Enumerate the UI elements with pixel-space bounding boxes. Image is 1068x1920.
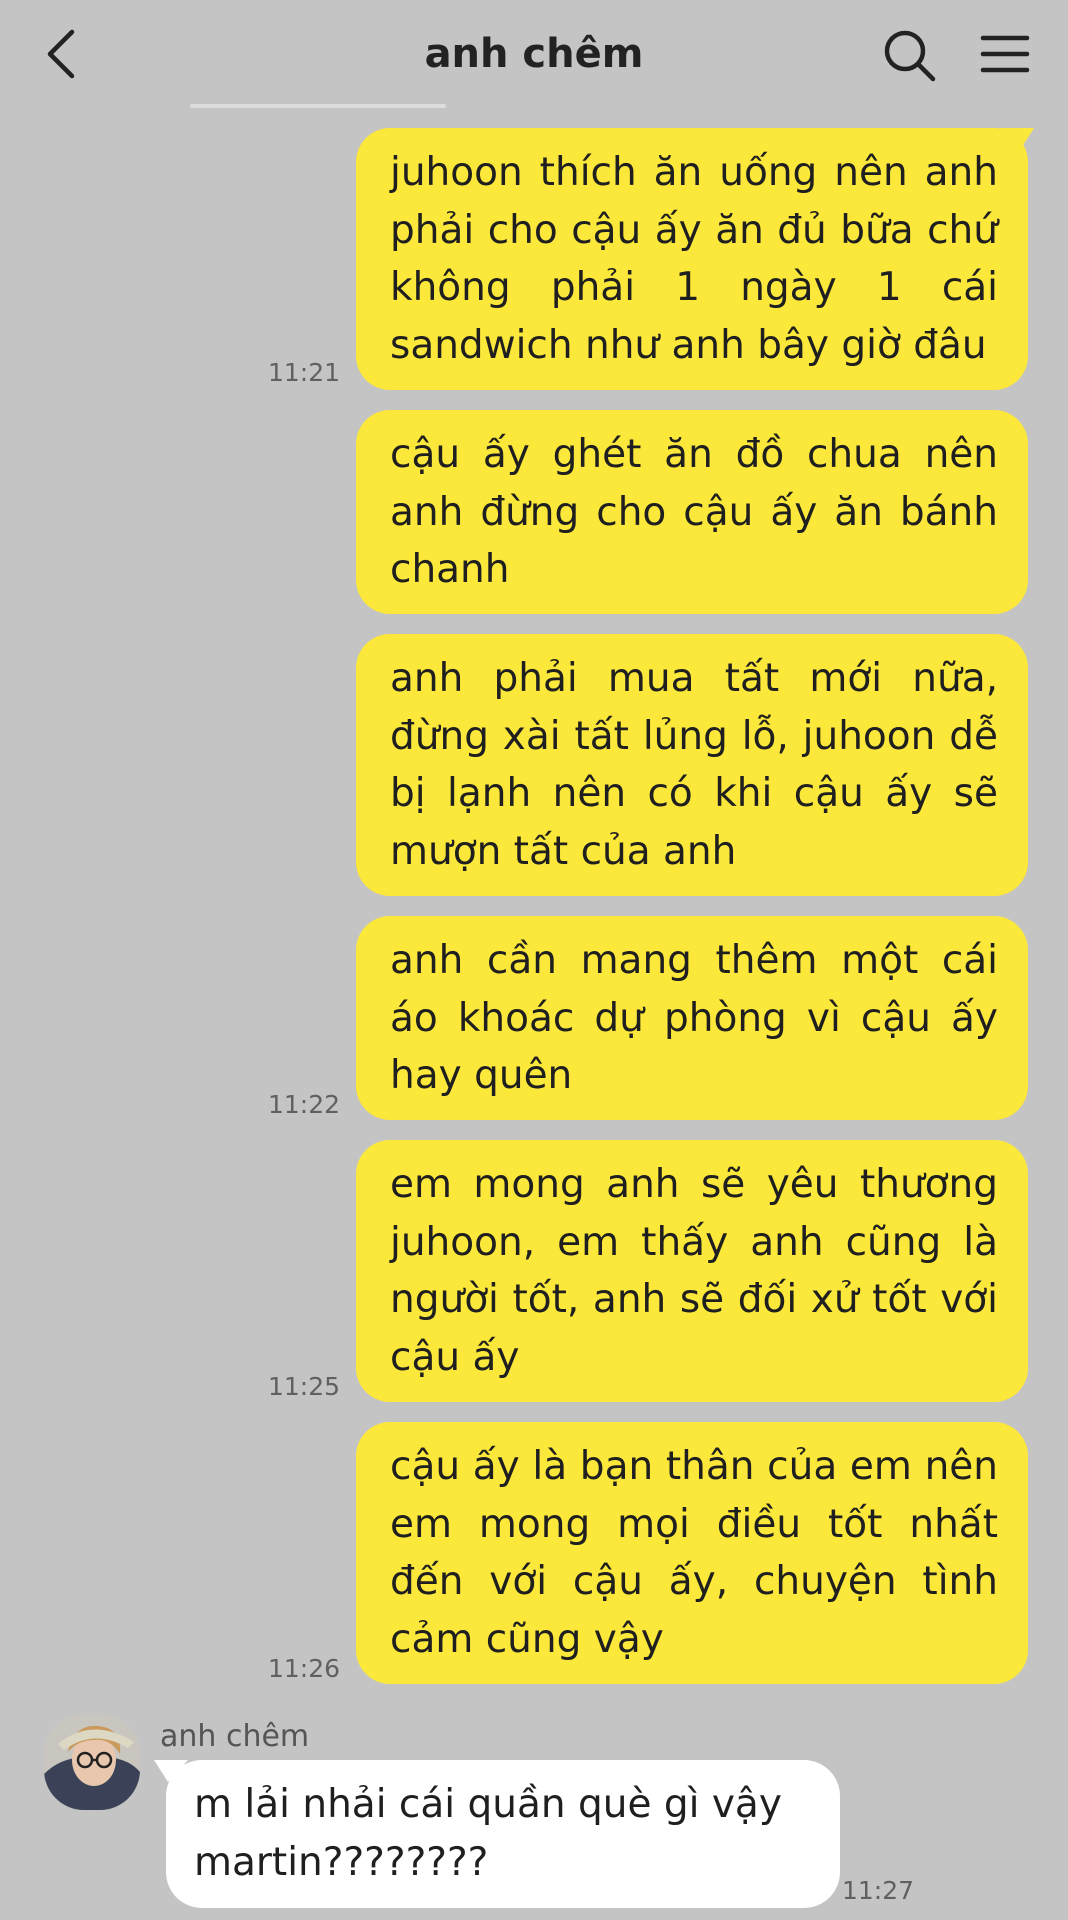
bubble-tail xyxy=(1000,128,1034,150)
message-bubble-sent[interactable]: juhoon thích ăn uống nên anh phải cho cậ… xyxy=(356,128,1034,390)
avatar[interactable] xyxy=(44,1714,140,1810)
message-text: m lải nhải cái quần què gì vậy martin???… xyxy=(194,1782,782,1885)
message-timestamp: 11:27 xyxy=(841,1876,914,1905)
bubble-tail xyxy=(154,1760,188,1782)
message-bubble-sent[interactable]: cậu ấy ghét ăn đồ chua nên anh đừng cho … xyxy=(356,410,1028,614)
message-text: cậu ấy ghét ăn đồ chua nên anh đừng cho … xyxy=(390,432,998,592)
message-timestamp: 11:25 xyxy=(267,1372,340,1401)
message-bubble-sent[interactable]: anh phải mua tất mới nữa, đừng xài tất l… xyxy=(356,634,1028,896)
search-button[interactable] xyxy=(882,28,938,84)
message-text: anh phải mua tất mới nữa, đừng xài tất l… xyxy=(390,656,998,874)
message-timestamp: 11:26 xyxy=(267,1654,340,1683)
message-bubble-sent[interactable]: cậu ấy là bạn thân của em nên em mong mọ… xyxy=(356,1422,1028,1684)
scroll-edge-divider xyxy=(190,104,446,108)
message-bubble-received[interactable]: m lải nhải cái quần què gì vậy martin???… xyxy=(154,1760,840,1908)
message-bubble-sent[interactable]: anh cần mang thêm một cái áo khoác dự ph… xyxy=(356,916,1028,1120)
search-icon xyxy=(884,30,936,82)
message-bubble-sent[interactable]: em mong anh sẽ yêu thương juhoon, em thấ… xyxy=(356,1140,1028,1402)
message-text: juhoon thích ăn uống nên anh phải cho cậ… xyxy=(390,150,998,368)
chat-header: anh chêm xyxy=(0,0,1068,110)
hamburger-menu-icon xyxy=(980,35,1030,73)
sender-name: anh chêm xyxy=(160,1719,310,1754)
message-text: cậu ấy là bạn thân của em nên em mong mọ… xyxy=(390,1444,998,1662)
message-text: anh cần mang thêm một cái áo khoác dự ph… xyxy=(390,938,998,1098)
profile-photo xyxy=(44,1714,140,1810)
message-timestamp: 11:21 xyxy=(267,358,340,387)
message-text: em mong anh sẽ yêu thương juhoon, em thấ… xyxy=(390,1162,998,1380)
menu-button[interactable] xyxy=(980,32,1030,76)
message-timestamp: 11:22 xyxy=(267,1090,340,1119)
